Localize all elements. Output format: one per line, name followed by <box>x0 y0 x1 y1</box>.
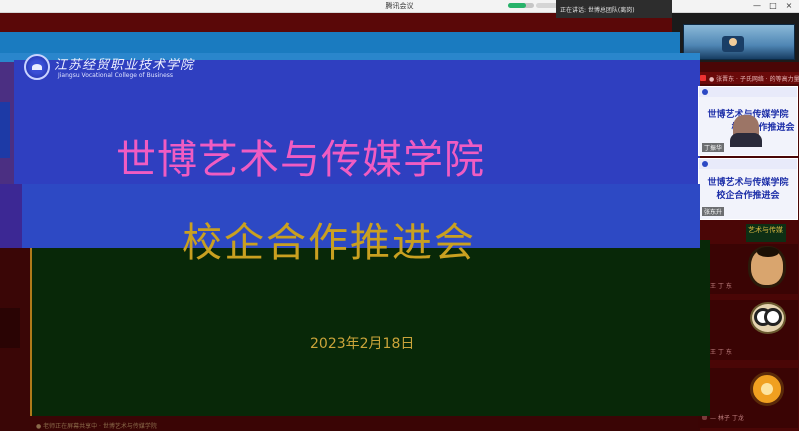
participant-avatar-frog <box>750 302 786 334</box>
shared-slide-mid-left <box>0 184 24 248</box>
shared-slide-bottom <box>30 240 710 416</box>
shared-screen-left-edge <box>0 62 14 184</box>
participant-tile[interactable]: 世博艺术与传媒学院 校企合作推进会 丁振华 <box>698 86 798 156</box>
screen-share-caption: ● 老师正在屏幕共享中 · 世博艺术与传媒学院 <box>36 423 157 430</box>
screen-share-caption-bar: ● 老师正在屏幕共享中 · 世博艺术与传媒学院 <box>30 416 710 431</box>
maximize-button[interactable]: □ <box>768 1 778 10</box>
left-dark-region <box>0 248 30 431</box>
slide-title-line2: 校企合作推进会 <box>182 220 476 266</box>
participant-badge: 艺术与传媒 <box>746 224 786 242</box>
slide-title-line1: 世博艺术与传媒学院 <box>116 137 485 183</box>
slide-date: 2023年2月18日 <box>310 336 415 352</box>
participant-label: 王 丁 东 <box>710 283 732 290</box>
tile-logo-icon <box>702 161 708 167</box>
title-bar: 腾讯会议 — □ × <box>0 0 799 13</box>
minimize-button[interactable]: — <box>752 1 762 10</box>
participant-item[interactable]: — 林子 丁龙 <box>698 368 798 428</box>
school-logo-en: Jiangsu Vocational College of Business <box>58 72 174 79</box>
left-dark-inner <box>0 308 20 348</box>
close-button[interactable]: × <box>784 1 794 10</box>
tile-logo-icon <box>702 89 708 95</box>
window-title: 腾讯会议 <box>385 2 414 10</box>
tile-slide-title-1: 世博艺术与传媒学院 <box>707 178 789 188</box>
participant-label: — 林子 丁龙 <box>710 415 744 422</box>
tile-slide-header <box>699 159 797 169</box>
network-bar-secondary <box>536 3 558 8</box>
tile-slide-header <box>699 87 797 97</box>
meeting-window: 腾讯会议 — □ × 正在讲话: 世博总团队(离岗) 江苏经贸职业技术学院 Ji… <box>0 0 799 431</box>
participant-label: 王 丁 东 <box>710 349 732 356</box>
speaker-stage-image <box>722 36 744 52</box>
participant-name: 丁振华 <box>702 143 725 152</box>
tile-slide-title-2: 校企合作推进会 <box>716 191 780 201</box>
participant-tile[interactable]: 世博艺术与传媒学院 校企合作推进会 张东升 <box>698 158 798 220</box>
participant-badge-text: 艺术与传媒 <box>748 226 783 234</box>
participant-avatar <box>748 246 786 288</box>
school-logo-cn: 江苏经贸职业技术学院 <box>54 58 195 73</box>
network-quality-indicator <box>508 3 534 8</box>
participant-column-header: ● 张晋东 · 子氏网络 · 的等高力量 <box>700 72 799 84</box>
participant-video <box>730 115 762 147</box>
school-emblem-icon <box>24 54 50 80</box>
recording-icon <box>700 75 706 81</box>
participant-name: 张东升 <box>702 207 725 216</box>
left-edge-inner <box>0 102 10 158</box>
school-logo: 江苏经贸职业技术学院 Jiangsu Vocational College of… <box>22 52 193 84</box>
participant-avatar-lion <box>750 372 784 406</box>
speaking-indicator: 正在讲话: 世博总团队(离岗) <box>556 0 672 18</box>
network-quality-fill <box>508 3 527 8</box>
participant-column-header-text: ● 张晋东 · 子氏网络 · 的等高力量 <box>709 76 799 83</box>
